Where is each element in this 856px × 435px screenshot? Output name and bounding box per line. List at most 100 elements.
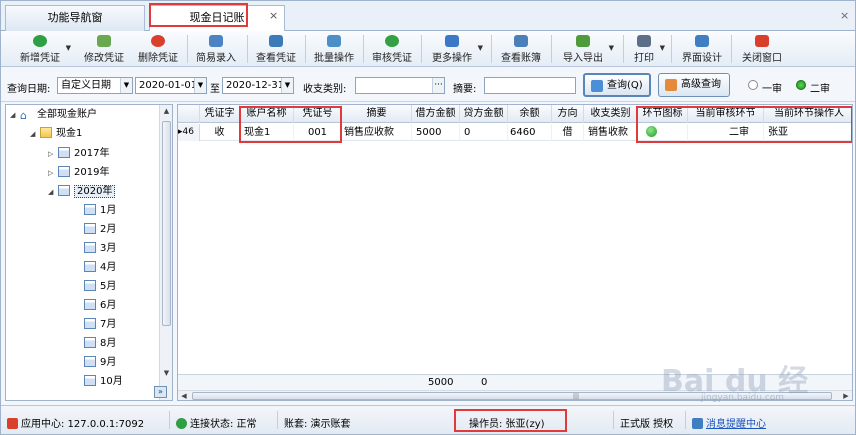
total-credit: 0 [481, 377, 488, 388]
import-export-button[interactable]: 导入导出 ▼ [558, 33, 614, 65]
col-header[interactable]: 借方金额 [412, 105, 460, 123]
more-operations-button[interactable]: 更多操作 ▼ [427, 33, 483, 65]
scroll-right-icon[interactable]: ▶ [840, 391, 852, 400]
tree-node-month[interactable]: 8月 [84, 336, 116, 352]
add-icon [33, 35, 47, 47]
chevron-down-icon[interactable]: ▼ [609, 44, 614, 52]
folder-icon [40, 127, 52, 138]
date-to-picker[interactable]: 2020-12-31 ▼ [222, 77, 294, 94]
date-mode-select[interactable]: 自定义日期 ▼ [57, 77, 133, 94]
radio-first-review[interactable] [748, 80, 758, 90]
col-header[interactable]: 贷方金额 [460, 105, 508, 123]
cell-balance[interactable]: 6460 [508, 124, 552, 141]
interface-design-button[interactable]: 界面设计 [679, 33, 725, 65]
tab-label: 功能导航窗 [47, 11, 103, 24]
tree-node-month[interactable]: 10月 [84, 374, 123, 390]
tree-node-month[interactable]: 6月 [84, 298, 116, 314]
window-close-icon[interactable]: × [840, 9, 849, 22]
calendar-icon [58, 185, 70, 196]
tree-node-account[interactable]: ◢ 现金1 [30, 126, 82, 142]
toolbar-divider [363, 35, 364, 63]
cell-voucher-type[interactable]: 收 [200, 124, 240, 141]
collapse-icon[interactable]: ◢ [30, 126, 40, 142]
calendar-icon [84, 318, 96, 329]
tree-node-month[interactable]: 5月 [84, 279, 116, 295]
tree-scrollbar[interactable]: ▲ ▼ [159, 105, 172, 400]
expand-icon[interactable]: ▷ [48, 165, 58, 181]
chevron-down-icon[interactable]: ▼ [120, 78, 132, 93]
collapse-icon[interactable]: ◢ [48, 184, 58, 200]
delete-voucher-button[interactable]: 删除凭证 [135, 33, 181, 65]
toolbar-divider [187, 35, 188, 63]
edit-icon [97, 35, 111, 47]
cell-direction[interactable]: 借 [552, 124, 584, 141]
date-from-picker[interactable]: 2020-01-01 ▼ [135, 77, 207, 94]
chevron-down-icon[interactable]: ▼ [194, 78, 206, 93]
tree-node-year[interactable]: ▷ 2017年 [48, 146, 109, 162]
toolbar-divider [305, 35, 306, 63]
add-voucher-button[interactable]: 新增凭证 ▼ [15, 33, 71, 65]
approve-voucher-button[interactable]: 审核凭证 [369, 33, 415, 65]
col-header[interactable]: 收支类别 [584, 105, 638, 123]
status-divider [277, 411, 278, 429]
view-voucher-button[interactable]: 查看凭证 [253, 33, 299, 65]
chevron-down-icon[interactable]: ▼ [281, 78, 293, 93]
query-button[interactable]: 查询(Q) [583, 73, 651, 97]
message-center-link[interactable]: 消息提醒中心 [692, 415, 766, 430]
col-header[interactable]: 方向 [552, 105, 584, 123]
highlight-box-stage [636, 106, 852, 143]
cell-credit[interactable]: 0 [460, 124, 508, 141]
print-button[interactable]: 打印 ▼ [629, 33, 665, 65]
tree-node-month[interactable]: 7月 [84, 317, 116, 333]
tab-close-icon[interactable]: × [269, 9, 278, 22]
scroll-left-icon[interactable]: ◀ [178, 391, 190, 400]
view-ledger-button[interactable]: 查看账簿 [498, 33, 544, 65]
check-icon [176, 418, 187, 429]
tree-node-year[interactable]: ▷ 2019年 [48, 165, 109, 181]
summary-input[interactable] [484, 77, 576, 94]
edit-voucher-button[interactable]: 修改凭证 [81, 33, 127, 65]
tree-node-month[interactable]: 2月 [84, 222, 116, 238]
more-ops-icon [445, 35, 459, 47]
col-header[interactable]: 余额 [508, 105, 552, 123]
status-divider [613, 411, 614, 429]
tree-node-month[interactable]: 3月 [84, 241, 116, 257]
cell-summary[interactable]: 销售应收款 [342, 124, 412, 141]
advanced-query-button[interactable]: 高级查询 [658, 73, 730, 97]
batch-operation-button[interactable]: 批量操作 [311, 33, 357, 65]
expand-icon[interactable]: ▷ [48, 146, 58, 162]
close-window-button[interactable]: 关闭窗口 [739, 33, 785, 65]
cell-debit[interactable]: 5000 [412, 124, 460, 141]
tree-node-month[interactable]: 9月 [84, 355, 116, 371]
category-input[interactable]: ··· [355, 77, 445, 94]
approve-icon [385, 35, 399, 47]
home-icon: ⌂ [20, 109, 27, 122]
advanced-search-icon [665, 79, 677, 91]
collapse-panel-icon[interactable]: » [154, 386, 167, 398]
tree-scroll-thumb[interactable] [162, 121, 171, 326]
col-header[interactable]: 凭证字 [200, 105, 240, 123]
status-bar: 应用中心: 127.0.0.1:7092 连接状态: 正常 账套: 演示账套 操… [1, 405, 855, 434]
chevron-down-icon[interactable]: ▼ [66, 44, 71, 52]
collapse-icon[interactable]: ◢ [10, 107, 20, 123]
ellipsis-icon[interactable]: ··· [432, 78, 444, 93]
tree-node-month[interactable]: 4月 [84, 260, 116, 276]
cell-category[interactable]: 销售收款 [584, 124, 638, 141]
tab-function-navigation[interactable]: 功能导航窗 [5, 5, 145, 31]
chevron-down-icon[interactable]: ▼ [660, 44, 665, 52]
radio-second-review[interactable] [796, 80, 806, 90]
status-divider [685, 411, 686, 429]
highlight-box-operator [454, 409, 567, 432]
col-header[interactable]: 摘要 [342, 105, 412, 123]
tree-node-year-selected[interactable]: ◢ 2020年 [48, 184, 116, 200]
quick-entry-button[interactable]: 简易录入 [193, 33, 239, 65]
tree-node-month[interactable]: 1月 [84, 203, 116, 219]
tree-node-root[interactable]: ◢ ⌂ 全部现金账户 [10, 107, 97, 123]
header-row-indicator [178, 105, 200, 123]
scroll-down-icon[interactable]: ▼ [160, 367, 172, 380]
category-label: 收支类别: [303, 84, 347, 95]
app-center-status: 应用中心: 127.0.0.1:7092 [7, 415, 144, 430]
scroll-grip-icon: ||| [573, 393, 580, 400]
scroll-up-icon[interactable]: ▲ [160, 105, 172, 118]
chevron-down-icon[interactable]: ▼ [478, 44, 483, 52]
